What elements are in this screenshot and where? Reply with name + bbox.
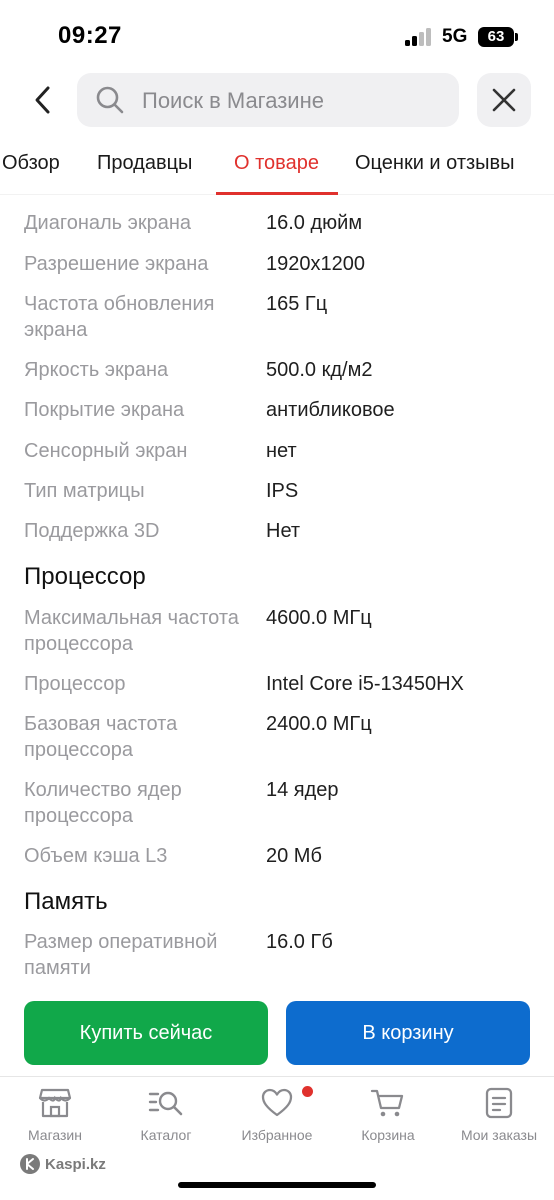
spec-label: Процессор xyxy=(24,673,126,695)
product-tabs: Обзор Продавцы О товаре Оценки и отзывы xyxy=(0,135,554,195)
cart-icon xyxy=(370,1089,404,1117)
spec-label: Размер оперативной памяти xyxy=(24,931,218,979)
nav-label: Каталог xyxy=(140,1127,192,1143)
spec-value: Нет xyxy=(266,520,301,542)
status-bar: 09:27 5G 63 xyxy=(0,0,554,70)
buy-now-button[interactable]: Купить сейчас xyxy=(24,1001,268,1065)
heart-icon xyxy=(261,1088,293,1117)
search-placeholder: Поиск в Магазине xyxy=(142,88,324,113)
battery-icon: 63 xyxy=(478,27,514,47)
catalog-search-icon xyxy=(148,1091,183,1116)
spec-label: Сенсорный экран xyxy=(24,440,188,462)
add-to-cart-button[interactable]: В корзину xyxy=(286,1001,530,1065)
spec-value: 20 Мб xyxy=(266,845,322,867)
status-time: 09:27 xyxy=(58,22,122,49)
spec-label: Покрытие экрана xyxy=(24,399,185,421)
nav-label: Магазин xyxy=(27,1127,82,1143)
spec-value: Intel Core i5-13450HX xyxy=(266,673,464,695)
nav-item-catalog[interactable]: Каталог xyxy=(116,1087,216,1157)
close-icon xyxy=(492,88,516,112)
chevron-left-icon xyxy=(35,86,50,114)
spec-label: Тип матрицы xyxy=(24,480,145,502)
spec-label: Количество ядер процессора xyxy=(24,779,182,827)
network-type: 5G xyxy=(442,26,468,47)
nav-item-cart[interactable]: Корзина xyxy=(338,1087,438,1157)
spec-label: Поддержка 3D xyxy=(24,520,160,542)
battery-cap xyxy=(515,33,518,41)
spec-value: 4600.0 МГц xyxy=(266,607,372,629)
close-button[interactable] xyxy=(477,73,531,127)
tab-overview[interactable]: Обзор xyxy=(2,152,60,175)
search-input[interactable]: Поиск в Магазине xyxy=(77,73,459,127)
spec-label: Частота обновления экрана xyxy=(24,293,215,341)
favorites-notification-dot xyxy=(302,1086,313,1097)
specs-list: Диагональ экрана 16.0 дюйм Разрешение эк… xyxy=(0,195,554,995)
cellular-signal-icon xyxy=(405,28,433,46)
home-indicator xyxy=(178,1182,376,1188)
spec-value: 2400.0 МГц xyxy=(266,713,372,735)
nav-item-store[interactable]: Магазин xyxy=(5,1087,105,1157)
spec-label: Максимальная частота процессора xyxy=(24,607,239,655)
back-button[interactable] xyxy=(22,78,62,122)
store-icon xyxy=(38,1088,72,1118)
section-title-memory: Память xyxy=(24,888,108,915)
section-title-processor: Процессор xyxy=(24,563,146,590)
spec-value: 1920x1200 xyxy=(266,253,365,275)
spec-value: 165 Гц xyxy=(266,293,328,315)
spec-label: Базовая частота процессора xyxy=(24,713,178,761)
kaspi-logo-icon xyxy=(20,1154,40,1174)
spec-value: IPS xyxy=(266,480,299,502)
nav-item-favorites[interactable]: Избранное xyxy=(227,1087,327,1157)
spec-label: Яркость экрана xyxy=(24,359,169,381)
nav-label: Мои заказы xyxy=(460,1127,538,1143)
spec-value: 16.0 дюйм xyxy=(266,212,363,234)
tab-sellers[interactable]: Продавцы xyxy=(97,152,192,175)
spec-value: 500.0 кд/м2 xyxy=(266,359,373,381)
search-header: Поиск в Магазине xyxy=(0,70,554,130)
tab-about-product[interactable]: О товаре xyxy=(234,152,319,175)
spec-label: Разрешение экрана xyxy=(24,253,209,275)
orders-icon xyxy=(485,1087,513,1119)
search-icon xyxy=(96,86,124,114)
spec-value: нет xyxy=(266,440,297,462)
brand-name: Kaspi.kz xyxy=(45,1155,106,1173)
spec-label: Диагональ экрана xyxy=(24,212,192,234)
nav-label: Избранное xyxy=(241,1127,313,1143)
spec-value: антибликовое xyxy=(266,399,395,421)
nav-label: Корзина xyxy=(361,1127,415,1143)
nav-item-orders[interactable]: Мои заказы xyxy=(449,1087,549,1157)
spec-value: 16.0 Гб xyxy=(266,931,333,953)
brand-watermark: Kaspi.kz xyxy=(20,1154,106,1174)
tab-reviews[interactable]: Оценки и отзывы xyxy=(355,152,515,175)
spec-label: Объем кэша L3 xyxy=(24,845,168,867)
spec-value: 14 ядер xyxy=(266,779,339,801)
